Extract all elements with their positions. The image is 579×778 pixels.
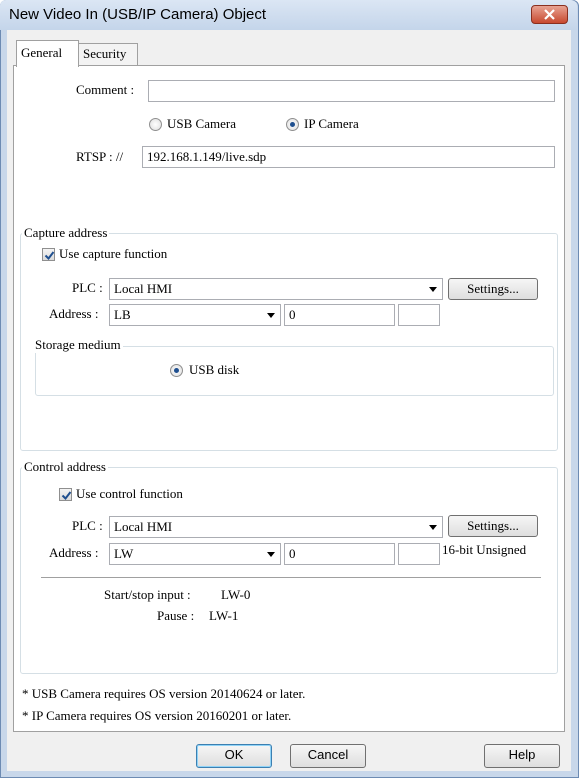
chevron-down-icon bbox=[429, 287, 437, 292]
capture-address-extra-field[interactable] bbox=[398, 304, 440, 326]
storage-medium-title: Storage medium bbox=[33, 337, 123, 353]
usb-camera-label: USB Camera bbox=[167, 116, 236, 131]
capture-device-value: LB bbox=[114, 307, 131, 322]
capture-device-select[interactable]: LB bbox=[109, 304, 281, 326]
pause-value: LW-1 bbox=[209, 608, 239, 623]
comment-label: Comment : bbox=[76, 82, 135, 97]
pause-label: Pause : bbox=[157, 608, 195, 623]
ok-button[interactable]: OK bbox=[196, 744, 272, 768]
close-icon bbox=[544, 9, 555, 20]
control-plc-label: PLC : bbox=[72, 518, 103, 533]
capture-plc-select[interactable]: Local HMI bbox=[109, 278, 443, 300]
use-capture-checkbox[interactable] bbox=[42, 248, 55, 261]
usb-os-note: * USB Camera requires OS version 2014062… bbox=[22, 686, 306, 701]
window-title: New Video In (USB/IP Camera) Object bbox=[9, 6, 267, 23]
control-plc-select[interactable]: Local HMI bbox=[109, 516, 443, 538]
usb-disk-radio[interactable] bbox=[170, 364, 183, 377]
control-address-label: Address : bbox=[49, 545, 99, 560]
ip-os-note: * IP Camera requires OS version 20160201… bbox=[22, 708, 292, 723]
help-button[interactable]: Help bbox=[484, 744, 560, 768]
capture-address-input[interactable]: 0 bbox=[284, 304, 395, 326]
close-button[interactable] bbox=[531, 5, 568, 24]
divider bbox=[41, 577, 541, 578]
use-capture-label: Use capture function bbox=[59, 246, 168, 261]
capture-plc-label: PLC : bbox=[72, 280, 103, 295]
control-address-title: Control address bbox=[22, 459, 108, 475]
control-device-value: LW bbox=[114, 546, 134, 561]
usb-disk-label: USB disk bbox=[189, 362, 240, 377]
chevron-down-icon bbox=[429, 525, 437, 530]
capture-settings-button[interactable]: Settings... bbox=[448, 278, 538, 300]
storage-medium-group bbox=[35, 346, 554, 396]
control-device-select[interactable]: LW bbox=[109, 543, 281, 565]
rtsp-input[interactable]: 192.168.1.149/live.sdp bbox=[142, 146, 555, 168]
ip-camera-label: IP Camera bbox=[304, 116, 359, 131]
capture-plc-value: Local HMI bbox=[114, 281, 173, 296]
comment-input[interactable] bbox=[148, 80, 555, 102]
use-control-label: Use control function bbox=[76, 486, 183, 501]
control-address-extra-field[interactable] bbox=[398, 543, 440, 565]
chevron-down-icon bbox=[267, 313, 275, 318]
tab-general-label: General bbox=[21, 45, 63, 60]
title-bar[interactable]: New Video In (USB/IP Camera) Object bbox=[0, 0, 577, 30]
use-control-checkbox[interactable] bbox=[59, 488, 72, 501]
control-settings-button[interactable]: Settings... bbox=[448, 515, 538, 537]
chevron-down-icon bbox=[267, 552, 275, 557]
tab-general[interactable]: General bbox=[16, 40, 79, 67]
tab-security-label: Security bbox=[83, 46, 127, 61]
tab-security[interactable]: Security bbox=[78, 43, 138, 65]
control-address-input[interactable]: 0 bbox=[284, 543, 395, 565]
capture-address-label: Address : bbox=[49, 306, 99, 321]
control-plc-value: Local HMI bbox=[114, 519, 173, 534]
start-stop-value: LW-0 bbox=[221, 587, 251, 602]
start-stop-label: Start/stop input : bbox=[104, 587, 191, 602]
ip-camera-radio[interactable] bbox=[286, 118, 299, 131]
usb-camera-radio[interactable] bbox=[149, 118, 162, 131]
cancel-button[interactable]: Cancel bbox=[290, 744, 366, 768]
data-format-label: 16-bit Unsigned bbox=[442, 542, 527, 557]
rtsp-label: RTSP : // bbox=[76, 149, 124, 164]
capture-address-title: Capture address bbox=[22, 225, 110, 241]
